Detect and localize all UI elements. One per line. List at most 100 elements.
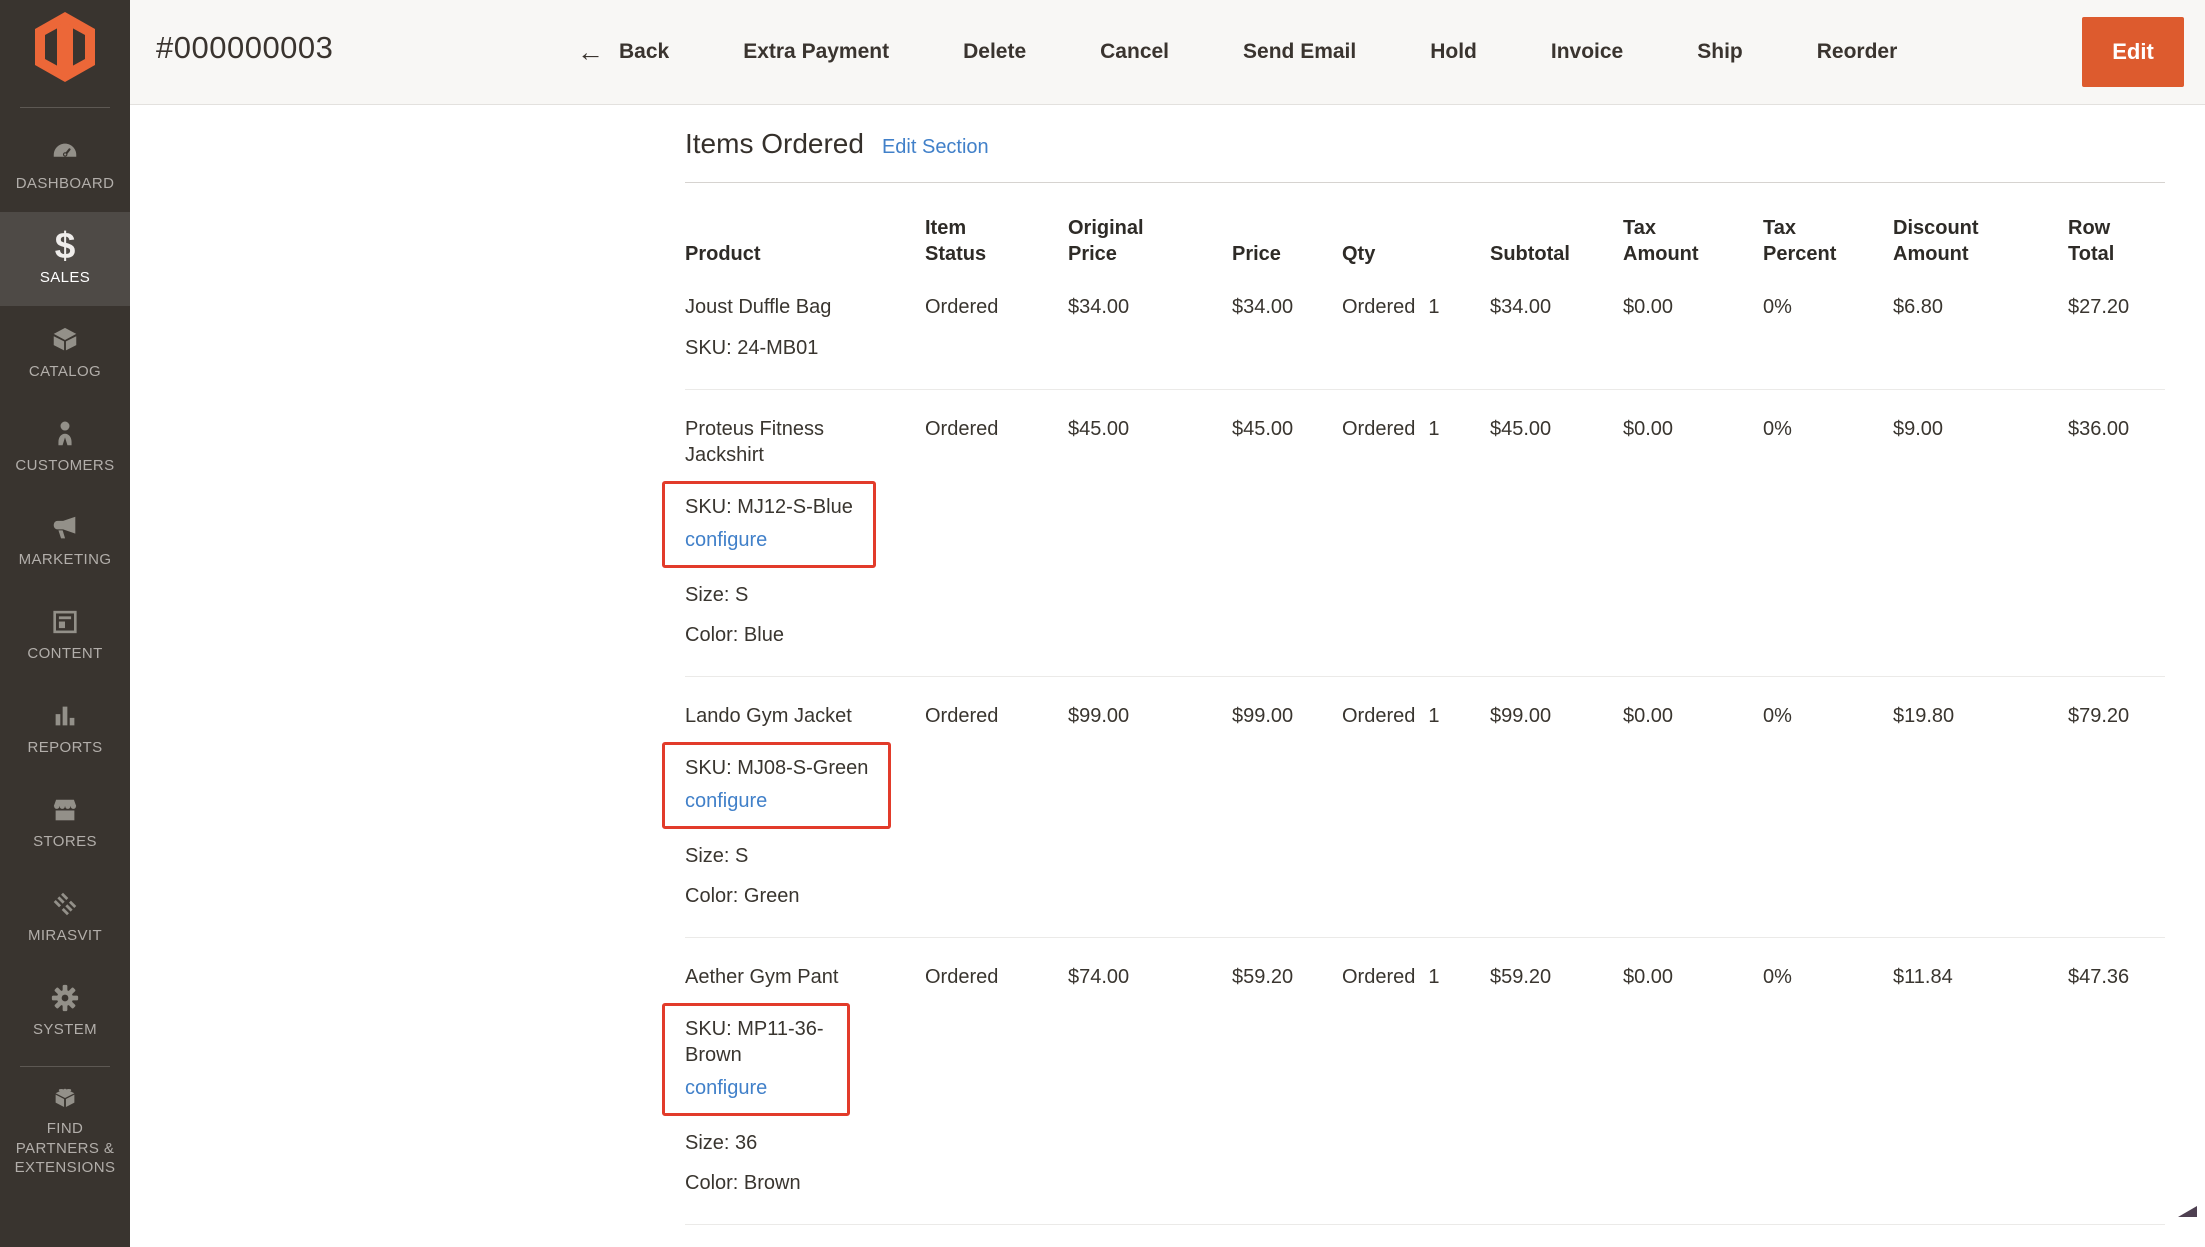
edit-section-link[interactable]: Edit Section	[882, 136, 989, 159]
sales-icon: $	[50, 231, 80, 261]
price-cell: $45.00	[1232, 416, 1342, 648]
subtotal-cell: $45.00	[1490, 416, 1623, 648]
back-button[interactable]: ← Back	[577, 39, 669, 66]
item-status-cell: Ordered	[925, 416, 1068, 648]
original-price-cell: $45.00	[1068, 416, 1232, 648]
sku-highlight-box: SKU: MJ12-S-Blue configure	[662, 481, 876, 568]
discount-amount-cell: $11.84	[1893, 964, 2068, 1196]
order-id-title: #000000003	[156, 30, 333, 66]
column-header-qty: Qty	[1342, 241, 1434, 267]
sidebar-divider	[20, 107, 110, 108]
sidebar-item-reports[interactable]: REPORTS	[0, 682, 130, 776]
row-total-cell: $79.20	[2068, 703, 2165, 909]
hold-button[interactable]: Hold	[1430, 40, 1477, 64]
sidebar-item-label: CONTENT	[27, 644, 102, 664]
customers-icon	[50, 419, 80, 449]
back-arrow-icon: ←	[577, 39, 604, 66]
configure-link[interactable]: configure	[685, 1075, 827, 1101]
column-header-tax-percent: Tax Percent	[1763, 215, 1855, 268]
sidebar-item-mirasvit[interactable]: MIRASVIT	[0, 870, 130, 964]
tax-amount-cell: $0.00	[1623, 703, 1763, 909]
tax-percent-cell: 0%	[1763, 703, 1893, 909]
sidebar-item-content[interactable]: CONTENT	[0, 588, 130, 682]
sku-text: SKU: MP11-36-Brown	[685, 1016, 827, 1068]
product-name: Proteus Fitness Jackshirt	[685, 416, 885, 468]
original-price-cell: $99.00	[1068, 703, 1232, 909]
column-header-subtotal: Subtotal	[1490, 241, 1582, 267]
row-total-cell: $27.20	[2068, 294, 2165, 361]
tax-amount-cell: $0.00	[1623, 294, 1763, 361]
marketing-icon	[50, 513, 80, 543]
sku-highlight-box: SKU: MJ08-S-Green configure	[662, 742, 891, 829]
corner-mark	[2178, 1206, 2197, 1217]
send-email-button[interactable]: Send Email	[1243, 40, 1356, 64]
color-text: Color: Brown	[685, 1170, 915, 1196]
product-name: Aether Gym Pant	[685, 964, 885, 990]
sidebar-menu: DASHBOARD $ SALES CATALOG	[0, 118, 130, 1185]
catalog-icon	[50, 325, 80, 355]
page-header: #000000003 ← Back Extra Payment Delete C…	[130, 0, 2205, 105]
price-cell: $59.20	[1232, 964, 1342, 1196]
discount-amount-cell: $19.80	[1893, 703, 2068, 909]
sidebar-item-label: SYSTEM	[33, 1020, 97, 1040]
edit-button[interactable]: Edit	[2082, 17, 2184, 87]
sidebar-item-customers[interactable]: CUSTOMERS	[0, 400, 130, 494]
sidebar-item-catalog[interactable]: CATALOG	[0, 306, 130, 400]
qty-cell: Ordered1	[1342, 964, 1490, 1196]
cancel-button[interactable]: Cancel	[1100, 40, 1169, 64]
original-price-cell: $34.00	[1068, 294, 1232, 361]
color-text: Color: Blue	[685, 622, 915, 648]
size-text: Size: 36	[685, 1130, 915, 1156]
subtotal-cell: $34.00	[1490, 294, 1623, 361]
invoice-button[interactable]: Invoice	[1551, 40, 1623, 64]
column-header-tax-amount: Tax Amount	[1623, 215, 1715, 268]
qty-cell: Ordered1	[1342, 703, 1490, 909]
subtotal-cell: $59.20	[1490, 964, 1623, 1196]
price-cell: $34.00	[1232, 294, 1342, 361]
ship-button[interactable]: Ship	[1697, 40, 1743, 64]
row-total-cell: $47.36	[2068, 964, 2165, 1196]
tax-percent-cell: 0%	[1763, 416, 1893, 648]
sidebar-item-label: MIRASVIT	[28, 926, 102, 946]
section-title: Items Ordered	[685, 128, 864, 160]
sku-text: SKU: MJ08-S-Green	[685, 755, 868, 781]
table-row: Aether Gym Pant SKU: MP11-36-Brown confi…	[685, 938, 2165, 1225]
tax-percent-cell: 0%	[1763, 294, 1893, 361]
mirasvit-icon	[50, 889, 80, 919]
table-row: Joust Duffle Bag SKU: 24-MB01 Ordered $3…	[685, 268, 2165, 390]
sidebar-item-label: FIND PARTNERS & EXTENSIONS	[0, 1119, 130, 1178]
row-total-cell: $36.00	[2068, 416, 2165, 648]
sidebar-item-label: SALES	[40, 268, 90, 288]
magento-logo-icon[interactable]	[35, 12, 95, 82]
sidebar-item-marketing[interactable]: MARKETING	[0, 494, 130, 588]
size-text: Size: S	[685, 582, 915, 608]
header-actions: ← Back Extra Payment Delete Cancel Send …	[577, 0, 1897, 104]
sidebar-item-find-partners[interactable]: FIND PARTNERS & EXTENSIONS	[0, 1075, 130, 1185]
sidebar-item-system[interactable]: SYSTEM	[0, 964, 130, 1058]
qty-cell: Ordered1	[1342, 416, 1490, 648]
configure-link[interactable]: configure	[685, 788, 868, 814]
sidebar-item-label: REPORTS	[27, 738, 102, 758]
sku-text: SKU: 24-MB01	[685, 335, 915, 361]
original-price-cell: $74.00	[1068, 964, 1232, 1196]
table-row: Proteus Fitness Jackshirt SKU: MJ12-S-Bl…	[685, 390, 2165, 677]
sidebar-item-dashboard[interactable]: DASHBOARD	[0, 118, 130, 212]
dashboard-icon	[50, 137, 80, 167]
delete-button[interactable]: Delete	[963, 40, 1026, 64]
column-header-price: Price	[1232, 241, 1324, 267]
reorder-button[interactable]: Reorder	[1817, 40, 1898, 64]
table-row: Thorpe Track Pant SKU: MP07-34-Blue conf…	[685, 1225, 2165, 1247]
content-icon	[50, 607, 80, 637]
sidebar-item-label: STORES	[33, 832, 97, 852]
sidebar-divider	[20, 1066, 110, 1067]
column-header-original-price: Original Price	[1068, 215, 1160, 268]
system-icon	[50, 983, 80, 1013]
extra-payment-button[interactable]: Extra Payment	[743, 40, 889, 64]
configure-link[interactable]: configure	[685, 527, 853, 553]
sidebar-item-stores[interactable]: STORES	[0, 776, 130, 870]
tax-percent-cell: 0%	[1763, 964, 1893, 1196]
table-header-row: Product Item Status Original Price Price…	[685, 215, 2165, 268]
sidebar-item-sales[interactable]: $ SALES	[0, 212, 130, 306]
item-status-cell: Ordered	[925, 703, 1068, 909]
admin-sidebar: DASHBOARD $ SALES CATALOG	[0, 0, 130, 1247]
